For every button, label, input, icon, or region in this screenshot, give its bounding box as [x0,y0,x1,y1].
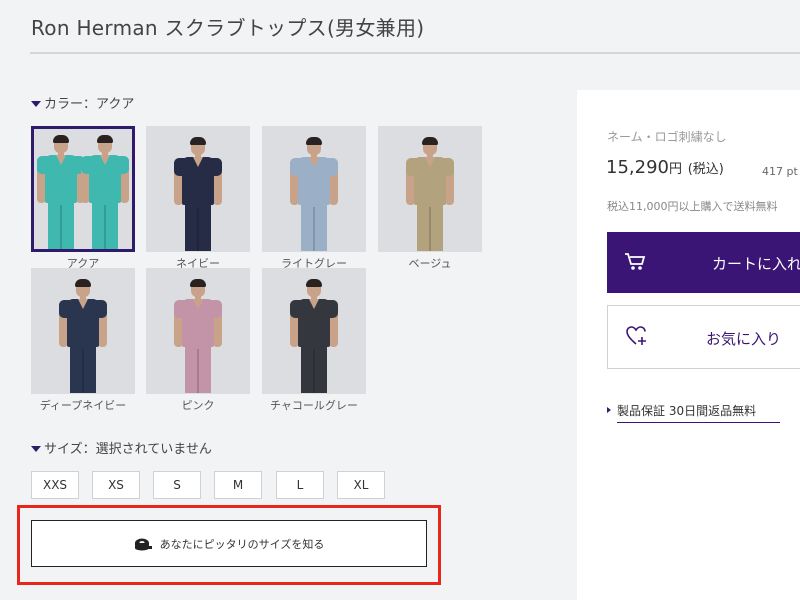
size-option-l[interactable]: L [276,471,324,499]
swatch-label: ディープネイビー [39,399,127,412]
add-to-cart-button[interactable]: カートに入れる [607,232,800,293]
product-title: Ron Herman スクラブトップス(男女兼用) [31,16,425,40]
color-swatch[interactable]: ベージュ [378,126,482,271]
model-figure [75,131,132,249]
favorite-button[interactable]: お気に入り [607,305,800,369]
model-figure [168,133,228,251]
model-figure [284,133,344,251]
tax-label: (税込) [687,162,724,177]
color-swatch[interactable]: ディープネイビー [31,268,135,413]
swatch-photo [378,126,482,252]
swatch-photo [31,126,135,252]
arrow-right-icon [607,407,611,413]
model-figure [168,275,228,393]
triangle-down-icon [31,101,41,107]
model-figure [53,275,113,393]
guarantee-link[interactable]: 製品保証 30日間返品無料 [607,402,756,419]
color-swatch[interactable]: ピンク [146,268,250,413]
color-swatch[interactable]: ネイビー [146,126,250,271]
guarantee-label: 製品保証 30日間返品無料 [617,404,757,418]
guarantee-underline [617,422,780,423]
price-value: 15,290 [606,157,669,178]
size-label: サイズ：選択されていません [44,442,212,457]
triangle-down-icon [31,446,41,452]
size-option-m[interactable]: M [214,471,262,499]
size-option-xl[interactable]: XL [337,471,385,499]
highlight-box [17,505,441,585]
color-swatch[interactable]: アクア [31,126,135,271]
cart-icon [625,253,646,270]
color-swatch[interactable]: チャコールグレー [262,268,366,413]
size-option-xs[interactable]: XS [92,471,140,499]
add-to-cart-label: カートに入れる [712,255,800,273]
size-option-s[interactable]: S [153,471,201,499]
swatch-photo [146,126,250,252]
favorite-label: お気に入り [706,330,782,348]
swatch-label: ピンク [181,399,215,412]
price: 15,290円 (税込) [606,157,724,178]
color-label-row[interactable]: カラー：アクア [31,93,134,112]
title-divider [30,52,800,54]
swatch-photo [31,268,135,394]
swatch-label: ベージュ [408,257,452,270]
color-swatch[interactable]: ライトグレー [262,126,366,271]
swatch-photo [262,268,366,394]
swatch-label: チャコールグレー [270,399,358,412]
embroidery-note: ネーム・ロゴ刺繍なし [607,130,727,144]
shipping-note: 税込11,000円以上購入で送料無料 [607,200,778,213]
points: 417 pt [762,165,798,178]
swatch-photo [146,268,250,394]
swatch-photo [262,126,366,252]
model-figure [400,133,460,251]
size-label-row[interactable]: サイズ：選択されていません [31,438,212,457]
model-figure [284,275,344,393]
price-unit: 円 [668,162,682,177]
size-option-xxs[interactable]: XXS [31,471,79,499]
color-label: カラー：アクア [44,97,135,112]
heart-plus-icon [626,326,646,345]
